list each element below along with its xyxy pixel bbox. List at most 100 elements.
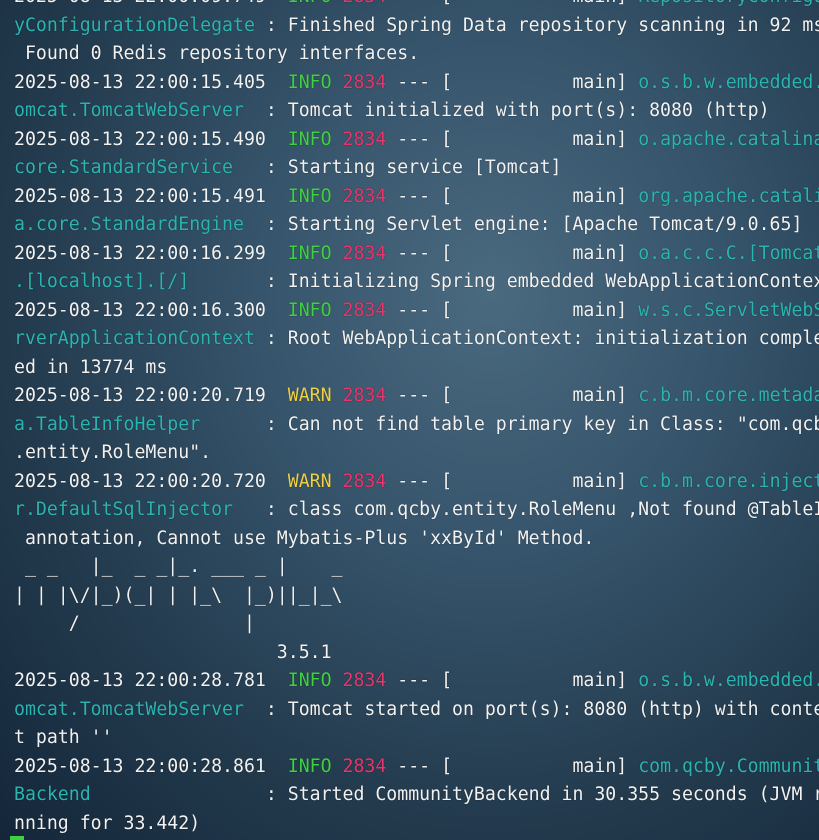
log-line: 2025-08-13 22:00:15.490 INFO 2834 --- [ … — [0, 126, 819, 155]
log-logger: o.a.c.c.C.[Tomcat] — [638, 242, 819, 264]
log-timestamp: 2025-08-13 22:00:16.299 — [14, 242, 288, 264]
log-message: Found 0 Redis repository interfaces. — [14, 43, 420, 64]
log-line: 2025-08-13 22:00:28.781 INFO 2834 --- [ … — [0, 667, 819, 696]
log-message: : Finished Spring Data repository scanni… — [254, 14, 819, 36]
log-pid: 2834 — [342, 755, 387, 777]
log-timestamp: 2025-08-13 22:00:28.861 — [14, 755, 288, 777]
log-line: .[localhost].[/] : Initializing Spring e… — [0, 268, 819, 297]
log-pid: 2834 — [342, 299, 387, 321]
log-logger: c.b.m.core.injecto — [638, 470, 819, 492]
log-message: : Starting service [Tomcat] — [233, 157, 562, 178]
log-pid: 2834 — [342, 71, 387, 93]
log-message: --- [ main] — [386, 299, 639, 321]
log-pid: 2834 — [342, 470, 387, 492]
log-timestamp: 2025-08-13 22:00:15.405 — [14, 71, 288, 93]
log-line: | | |\/|_)(_| | |_\ |_)||_|_\ — [0, 582, 819, 611]
log-logger: org.apache.catalin — [638, 185, 819, 207]
log-message: --- [ main] — [386, 128, 639, 150]
log-timestamp: 2025-08-13 22:00:20.719 — [14, 385, 288, 406]
log-message: --- [ main] — [386, 242, 639, 264]
log-pid: 2834 — [342, 242, 387, 264]
log-line: nning for 33.442) — [0, 810, 819, 839]
log-message — [332, 300, 343, 321]
log-level: INFO — [287, 755, 332, 777]
log-line: core.StandardService : Starting service … — [0, 154, 819, 183]
log-message: : Tomcat started on port(s): 8080 (http)… — [243, 698, 819, 720]
log-timestamp: 2025-08-13 22:00:09.749 — [14, 0, 288, 7]
log-line: r.DefaultSqlInjector : class com.qcby.en… — [0, 496, 819, 525]
log-timestamp: 2025-08-13 22:00:16.300 — [14, 299, 288, 321]
log-message: --- [ main] — [386, 385, 639, 406]
log-message: --- [ main] — [386, 470, 639, 492]
log-pid: 2834 — [342, 185, 387, 207]
log-line: 2025-08-13 22:00:20.719 WARN 2834 --- [ … — [0, 382, 819, 411]
log-message: : Can not find table primary key in Clas… — [200, 413, 819, 435]
log-logger: Backend — [14, 784, 91, 805]
log-line: 2025-08-13 22:00:16.300 INFO 2834 --- [ … — [0, 297, 819, 326]
log-level: INFO — [288, 0, 332, 7]
log-message: ed in 13774 ms — [14, 356, 168, 378]
log-logger: o.apache.catalina. — [638, 128, 819, 150]
log-logger: a.core.StandardEngine — [14, 214, 244, 235]
log-line: t path '' — [0, 724, 819, 753]
log-line: _ _ |_ _ _|_. ___ _ | _ — [0, 553, 819, 582]
log-line: Backend : Started CommunityBackend in 30… — [0, 781, 819, 810]
banner-text: | | |\/|_)(_| | |_\ |_)||_|_\ — [14, 584, 343, 606]
log-level: INFO — [287, 299, 332, 321]
log-message: t path '' — [14, 727, 113, 748]
log-message: : Tomcat initialized with port(s): 8080 … — [243, 100, 770, 121]
log-message: .entity.RoleMenu". — [14, 442, 212, 463]
log-logger: omcat.TomcatWebServer — [14, 698, 244, 720]
banner-text: / | — [14, 613, 255, 634]
log-line: omcat.TomcatWebServer : Tomcat initializ… — [0, 97, 819, 126]
banner-text: 3.5.1 — [14, 641, 332, 663]
log-logger: w.s.c.ServletWebSe — [638, 299, 819, 321]
log-message — [332, 186, 343, 207]
log-logger: o.s.b.w.embedded.t — [638, 71, 819, 93]
log-line: a.core.StandardEngine : Starting Servlet… — [0, 211, 819, 240]
terminal-window[interactable]: 2025-08-13 22:00:09.749 INFO 2834 --- [ … — [0, 0, 819, 840]
log-pid: 2834 — [343, 0, 387, 7]
log-line: 2025-08-13 22:00:20.720 WARN 2834 --- [ … — [0, 468, 819, 497]
log-logger: o.s.b.w.embedded.t — [638, 670, 819, 691]
log-pid: 2834 — [342, 385, 387, 406]
log-line: annotation, Cannot use Mybatis-Plus 'xxB… — [0, 525, 819, 554]
log-logger: RepositoryConfigurationDelegate — [638, 0, 819, 7]
banner-text: _ _ |_ _ _|_. ___ _ | _ — [14, 556, 343, 577]
terminal-cursor — [10, 836, 24, 840]
log-message: : Starting Servlet engine: [Apache Tomca… — [243, 214, 803, 235]
log-message — [332, 756, 343, 777]
log-level: WARN — [287, 470, 332, 492]
log-pid: 2834 — [342, 670, 387, 691]
log-logger: c.b.m.core.metadat — [638, 385, 819, 406]
log-line: Found 0 Redis repository interfaces. — [0, 40, 819, 69]
log-message: : class com.qcby.entity.RoleMenu ,Not fo… — [233, 499, 819, 520]
log-message: --- [ main] — [386, 670, 639, 691]
log-message: : Started CommunityBackend in 30.355 sec… — [90, 784, 819, 805]
log-logger: a.TableInfoHelper — [14, 413, 201, 435]
log-timestamp: 2025-08-13 22:00:28.781 — [14, 670, 288, 691]
log-line: 2025-08-13 22:00:09.749 INFO 2834 --- [ … — [0, 0, 819, 12]
log-line: 2025-08-13 22:00:16.299 INFO 2834 --- [ … — [0, 240, 819, 269]
log-logger: omcat.TomcatWebServer — [14, 100, 244, 121]
log-message — [332, 243, 343, 264]
log-message: --- [ main] — [386, 185, 639, 207]
log-level: WARN — [287, 385, 332, 406]
log-message — [332, 0, 343, 7]
log-message: --- [ main] — [386, 755, 639, 777]
log-message: annotation, Cannot use Mybatis-Plus 'xxB… — [14, 527, 595, 549]
log-message — [332, 72, 343, 93]
log-timestamp: 2025-08-13 22:00:15.490 — [14, 128, 288, 150]
log-line: a.TableInfoHelper : Can not find table p… — [0, 411, 819, 440]
log-line: 2025-08-13 22:00:15.491 INFO 2834 --- [ … — [0, 183, 819, 212]
log-line: rverApplicationContext : Root WebApplica… — [0, 325, 819, 354]
log-level: INFO — [287, 185, 332, 207]
log-message: --- [ main] — [386, 71, 639, 93]
log-logger: yConfigurationDelegate — [14, 14, 255, 36]
log-timestamp: 2025-08-13 22:00:15.491 — [14, 185, 288, 207]
log-logger: .[localhost].[/] — [14, 271, 190, 292]
log-line: 2025-08-13 22:00:28.861 INFO 2834 --- [ … — [0, 753, 819, 782]
log-message: nning for 33.442) — [14, 812, 201, 834]
log-line: .entity.RoleMenu". — [0, 439, 819, 468]
log-level: INFO — [287, 242, 332, 264]
